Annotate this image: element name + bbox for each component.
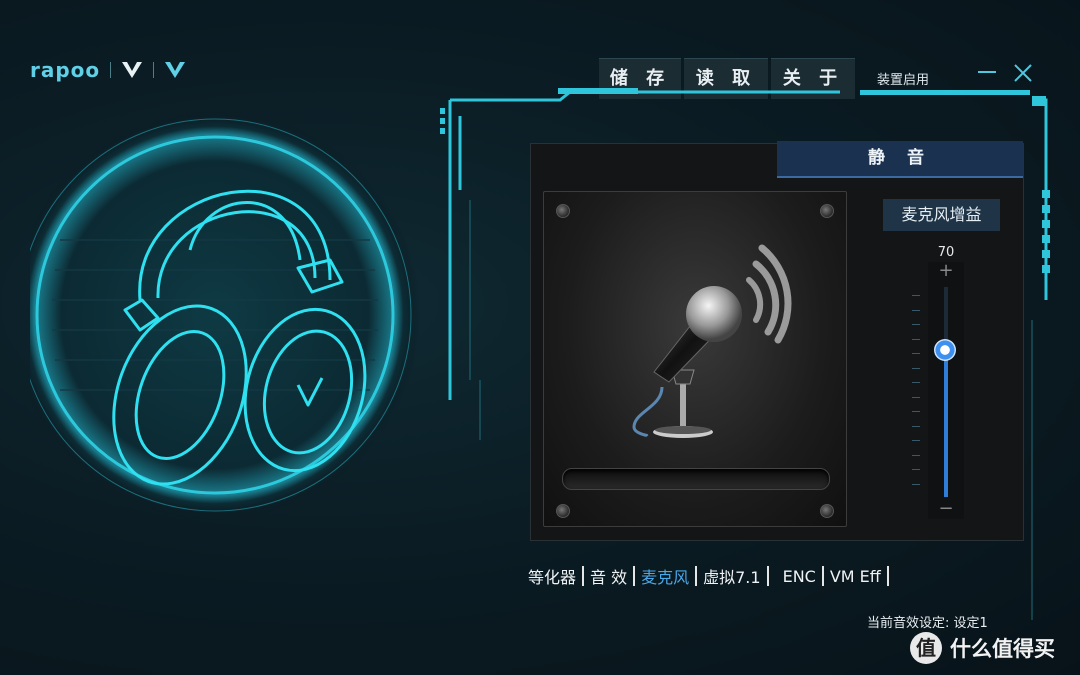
mic-gain-fill bbox=[944, 350, 948, 497]
headphone-illustration bbox=[30, 110, 420, 520]
minimize-icon[interactable] bbox=[976, 62, 998, 82]
tab-divider bbox=[695, 566, 698, 586]
gain-decrease-button[interactable]: − bbox=[938, 500, 954, 518]
gain-tick bbox=[912, 295, 920, 296]
logo-divider bbox=[110, 62, 112, 78]
watermark: 值 什么值得买 bbox=[910, 632, 1055, 664]
tab-virtual-71[interactable]: 虚拟7.1 bbox=[699, 564, 764, 588]
gain-tick bbox=[912, 382, 920, 383]
watermark-text: 什么值得买 bbox=[950, 637, 1055, 661]
mute-button[interactable]: 静 音 bbox=[777, 141, 1023, 178]
mic-display[interactable] bbox=[543, 191, 847, 527]
watermark-icon: 值 bbox=[910, 632, 942, 664]
tab-equalizer[interactable]: 等化器 bbox=[524, 564, 580, 588]
tab-divider bbox=[582, 566, 585, 586]
gain-tick bbox=[912, 440, 920, 441]
gain-tick bbox=[912, 425, 920, 427]
mic-level-meter bbox=[562, 468, 830, 490]
gain-tick bbox=[912, 396, 920, 398]
tab-divider bbox=[821, 566, 824, 586]
logo-divider bbox=[153, 62, 155, 78]
brand-name: rapoo bbox=[30, 58, 101, 82]
tab-sound-effects[interactable]: 音 效 bbox=[586, 564, 631, 588]
gain-tick bbox=[912, 338, 920, 340]
mic-gain-label: 麦克风增益 bbox=[883, 199, 1000, 231]
gain-tick bbox=[912, 483, 920, 485]
gain-tick bbox=[912, 454, 920, 456]
tab-divider bbox=[633, 566, 636, 586]
gain-tick bbox=[912, 469, 920, 470]
mic-gain-thumb[interactable] bbox=[934, 339, 956, 361]
vm-logo-icon bbox=[165, 62, 186, 78]
gain-tick bbox=[912, 353, 920, 354]
gain-tick bbox=[912, 411, 920, 412]
tab-divider bbox=[886, 566, 889, 586]
tab-divider bbox=[766, 566, 769, 586]
mic-gain-value: 70 bbox=[937, 245, 955, 260]
current-preset-status: 当前音效设定: 设定1 bbox=[867, 616, 988, 631]
brand-logo: rapoo bbox=[30, 58, 186, 82]
gain-increase-button[interactable]: + bbox=[938, 262, 954, 280]
gain-tick bbox=[912, 309, 920, 311]
tab-enc[interactable]: ENC bbox=[779, 567, 820, 586]
tab-microphone[interactable]: 麦克风 bbox=[637, 564, 693, 588]
gain-tick bbox=[912, 367, 920, 369]
tab-vm-eff[interactable]: VM Eff bbox=[826, 567, 885, 586]
gain-tick bbox=[912, 324, 920, 325]
feature-tabs: 等化器 音 效 麦克风 虚拟7.1 ENC VM Eff bbox=[524, 564, 891, 588]
v-logo-icon bbox=[122, 62, 143, 78]
